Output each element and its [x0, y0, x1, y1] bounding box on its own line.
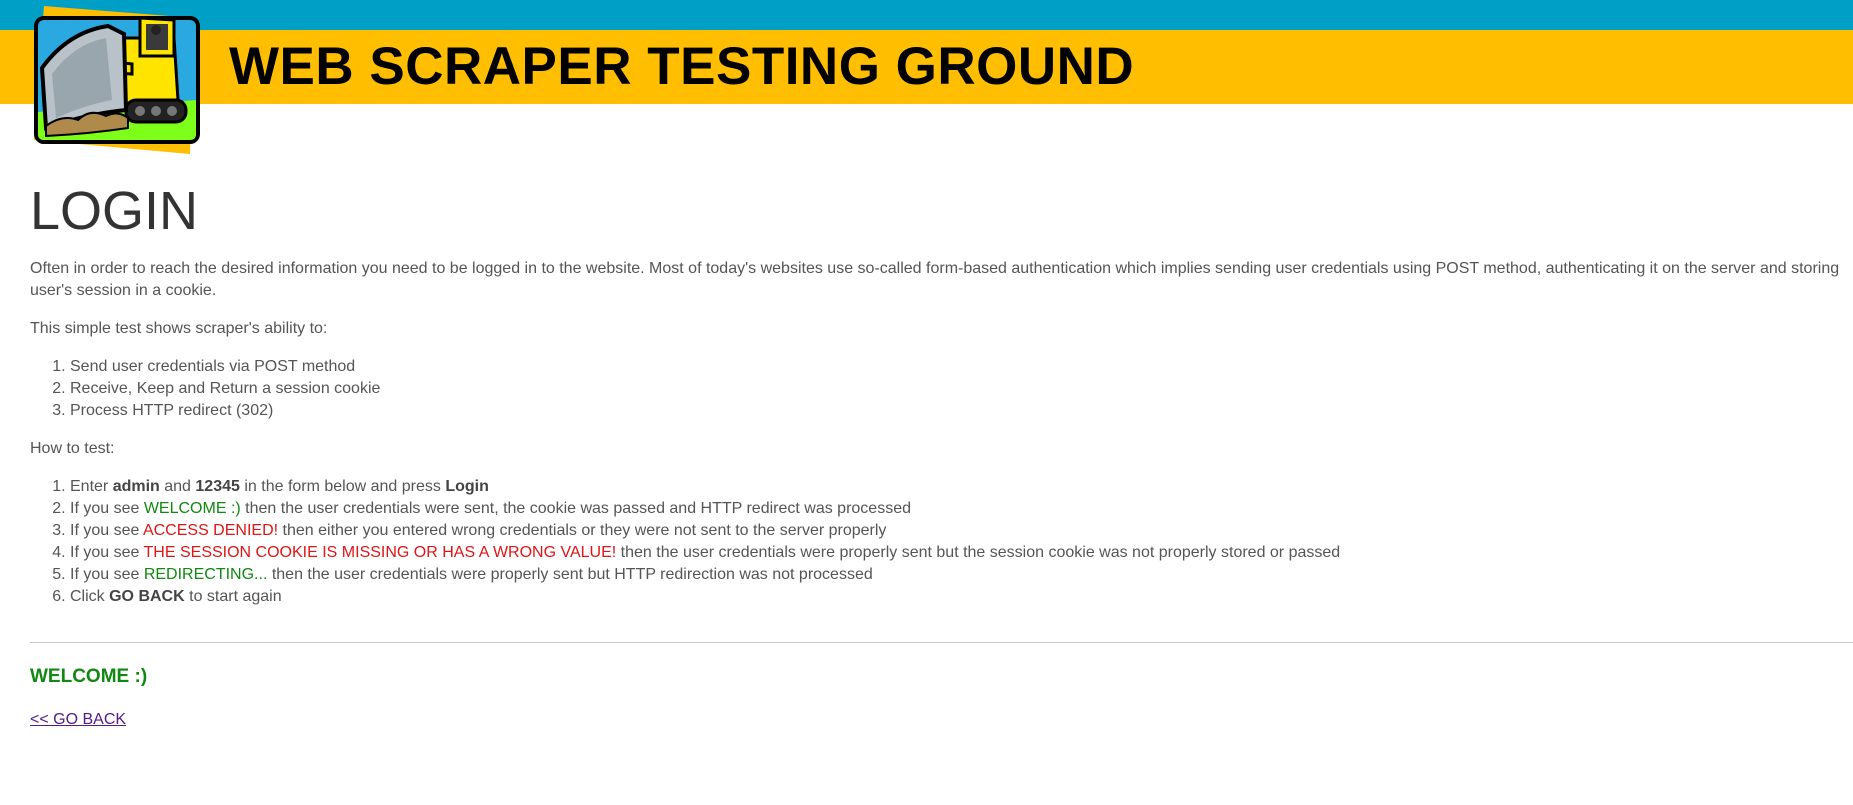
redirecting-keyword: REDIRECTING...	[143, 566, 268, 583]
test-steps-list: Enter admin and 12345 in the form below …	[30, 476, 1853, 608]
step-text: Enter	[70, 478, 113, 495]
step-text: If you see	[70, 500, 144, 517]
login-keyword: Login	[445, 478, 489, 495]
ability-item: Receive, Keep and Return a session cooki…	[70, 378, 1853, 400]
intro-paragraph: Often in order to reach the desired info…	[30, 260, 1840, 299]
step-text: and	[159, 478, 196, 495]
cookie-missing-keyword: THE SESSION COOKIE IS MISSING OR HAS A W…	[143, 544, 617, 561]
ability-list: Send user credentials via POST method Re…	[30, 356, 1853, 422]
username-value: admin	[112, 478, 160, 495]
step-text: If you see	[70, 566, 144, 583]
step-text: then either you entered wrong credential…	[278, 522, 887, 539]
site-title: WEB SCRAPER TESTING GROUND	[229, 37, 1135, 96]
page-title: LOGIN	[30, 181, 199, 241]
banner-top-band	[0, 0, 1853, 30]
test-step-6: Click GO BACK to start again	[70, 586, 1853, 608]
go-back-keyword: GO BACK	[109, 588, 185, 605]
how-to-test-heading: How to test:	[30, 440, 115, 457]
result-message: WELCOME :)	[30, 666, 148, 687]
test-step-5: If you see REDIRECTING... then the user …	[70, 564, 1853, 586]
step-text: If you see	[70, 544, 144, 561]
ability-item: Process HTTP redirect (302)	[70, 400, 1853, 422]
password-value: 12345	[195, 478, 240, 495]
step-text: then the user credentials were sent, the…	[240, 500, 911, 517]
step-text: in the form below and press	[239, 478, 446, 495]
go-back-link[interactable]: << GO BACK	[30, 711, 126, 728]
step-text: then the user credentials were properly …	[267, 566, 873, 583]
step-text: then the user credentials were properly …	[616, 544, 1341, 561]
step-text: If you see	[70, 522, 143, 539]
test-step-4: If you see THE SESSION COOKIE IS MISSING…	[70, 542, 1853, 564]
ability-intro: This simple test shows scraper's ability…	[30, 320, 328, 337]
section-divider	[30, 642, 1853, 643]
test-step-3: If you see ACCESS DENIED! then either yo…	[70, 520, 1853, 542]
ability-item: Send user credentials via POST method	[70, 356, 1853, 378]
test-step-1: Enter admin and 12345 in the form below …	[70, 476, 1853, 498]
step-text: to start again	[184, 588, 282, 605]
bulldozer-logo-icon	[34, 6, 200, 154]
welcome-keyword: WELCOME :)	[143, 500, 241, 517]
access-denied-keyword: ACCESS DENIED!	[142, 522, 279, 539]
test-step-2: If you see WELCOME :) then the user cred…	[70, 498, 1853, 520]
step-text: Click	[70, 588, 110, 605]
main-content: LOGIN Often in order to reach the desire…	[30, 178, 1853, 731]
